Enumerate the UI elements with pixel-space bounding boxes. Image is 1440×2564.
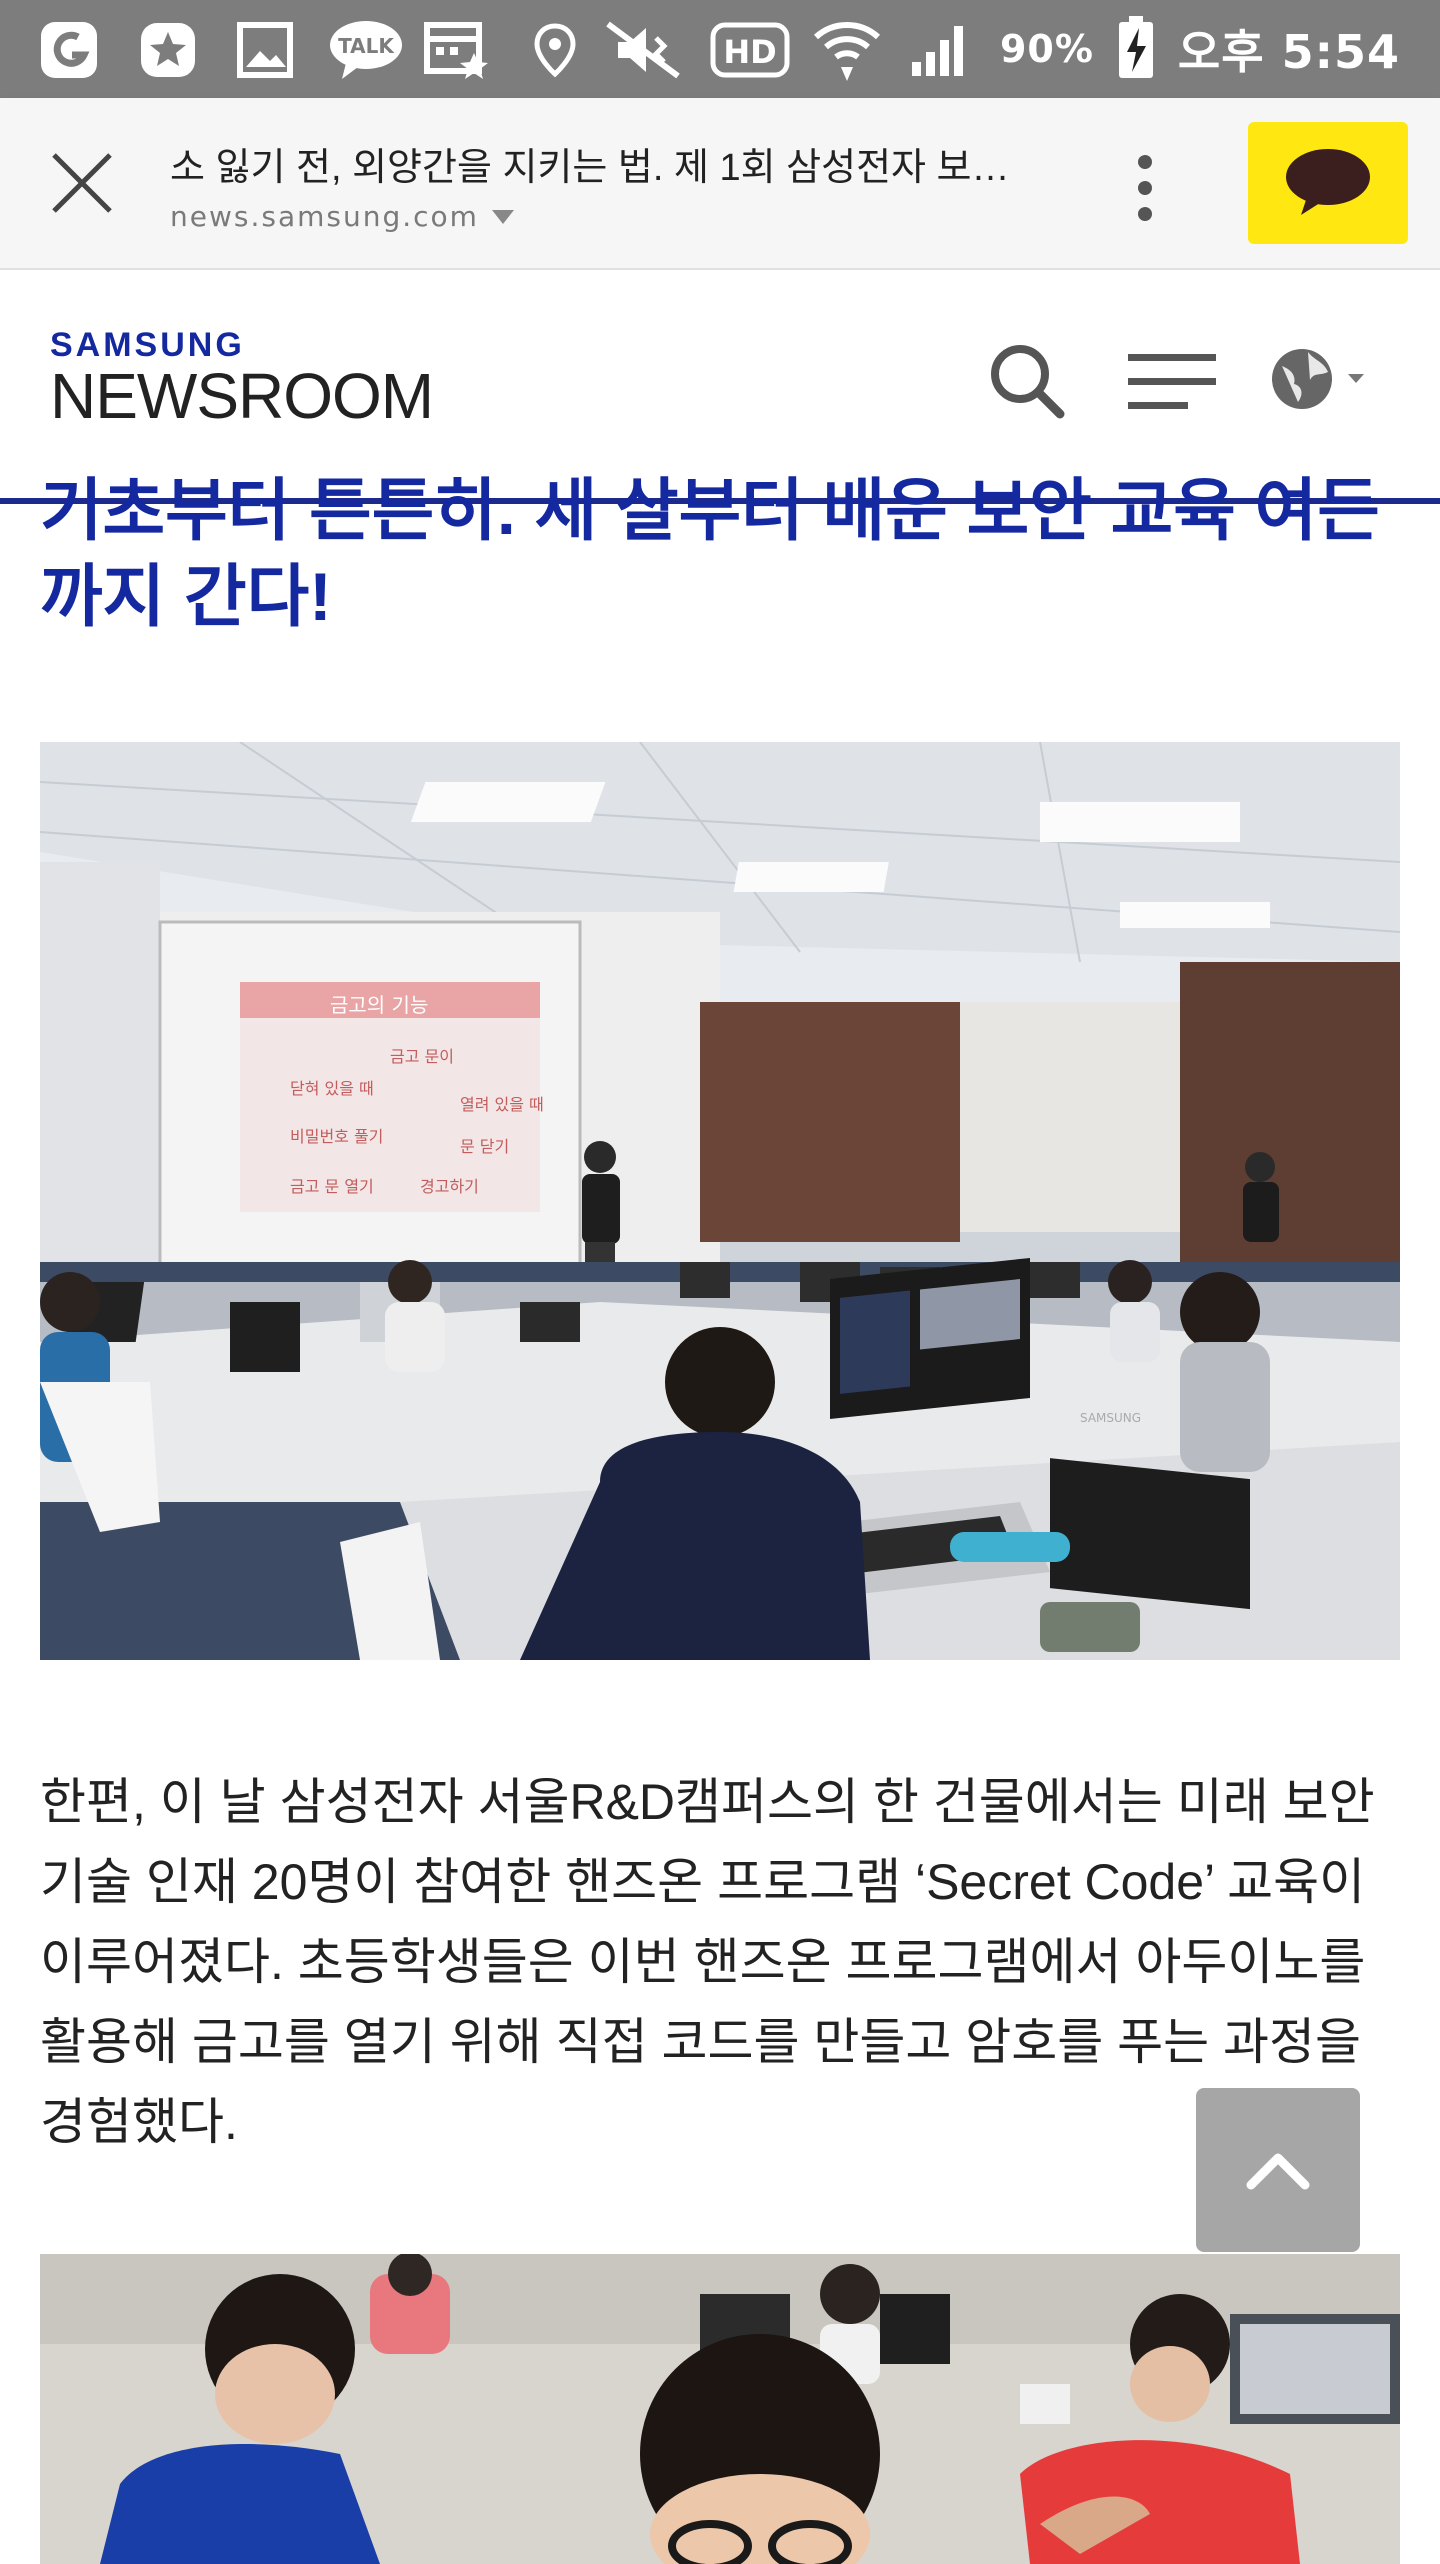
scroll-to-top-button[interactable] bbox=[1196, 2088, 1360, 2252]
app-g-icon bbox=[38, 20, 100, 80]
url-dropdown[interactable]: news.samsung.com bbox=[170, 200, 516, 233]
laptop-brand-label: SAMSUNG bbox=[1080, 1411, 1141, 1425]
slide-line-4: 비밀번호 풀기 bbox=[290, 1127, 383, 1146]
battery-charging-icon bbox=[1116, 14, 1156, 84]
page-title: 소 잃기 전, 외양간을 지키는 법. 제 1회 삼성전자 보… bbox=[170, 147, 1010, 189]
globe-icon bbox=[1272, 349, 1364, 409]
search-button[interactable] bbox=[986, 340, 1066, 420]
hd-icon: HD bbox=[710, 20, 790, 80]
slide-line-2: 닫혀 있을 때 bbox=[290, 1079, 374, 1098]
classroom-photo: 금고의 기능 금고 문이 닫혀 있을 때 열려 있을 때 비밀번호 풀기 문 닫… bbox=[40, 742, 1400, 1660]
battery-percent: 90% bbox=[999, 27, 1094, 71]
slide-title: 금고의 기능 bbox=[330, 993, 428, 1017]
article-headline: 기초부터 튼튼히. 세 살부터 배운 보안 교육 여든까지 간다! bbox=[40, 473, 1380, 635]
chat-bubble-icon bbox=[1286, 149, 1370, 215]
gallery-icon bbox=[236, 20, 294, 80]
logo-newsroom-text: NEWSROOM bbox=[50, 360, 434, 432]
samsung-newsroom-logo[interactable]: SAMSUNG NEWSROOM bbox=[50, 326, 434, 432]
slide-line-6: 금고 문 열기 bbox=[290, 1177, 374, 1196]
more-options-button[interactable] bbox=[1120, 148, 1170, 228]
chevron-down-icon bbox=[491, 210, 514, 224]
signal-icon bbox=[908, 20, 972, 80]
slide-line-3: 열려 있을 때 bbox=[460, 1095, 544, 1114]
calendar-icon bbox=[424, 20, 494, 80]
star-notification-icon bbox=[138, 20, 198, 80]
location-icon bbox=[530, 20, 580, 80]
status-right: 90% 오후 5:54 bbox=[1000, 0, 1400, 98]
kakaotalk-icon: TALK bbox=[328, 20, 404, 80]
svg-text:HD: HD bbox=[723, 33, 776, 71]
in-app-browser-bar: 소 잃기 전, 외양간을 지키는 법. 제 1회 삼성전자 보… news.sa… bbox=[0, 98, 1440, 270]
hamburger-menu-icon bbox=[1128, 354, 1216, 409]
clock: 오후 5:54 bbox=[1177, 25, 1400, 79]
slide-line-1: 금고 문이 bbox=[390, 1047, 454, 1066]
status-bar: TALK HD 90% 오후 5:54 bbox=[0, 0, 1440, 98]
svg-text:TALK: TALK bbox=[338, 34, 395, 58]
close-icon bbox=[52, 153, 112, 213]
slide-line-7: 경고하기 bbox=[420, 1177, 479, 1196]
chevron-up-icon bbox=[1246, 2153, 1310, 2190]
wifi-icon bbox=[812, 20, 882, 81]
search-icon bbox=[991, 345, 1065, 419]
mute-icon bbox=[604, 20, 684, 80]
menu-button[interactable] bbox=[1124, 348, 1220, 414]
url-text: news.samsung.com bbox=[170, 200, 479, 233]
close-button[interactable] bbox=[44, 145, 120, 221]
slide-line-5: 문 닫기 bbox=[460, 1137, 509, 1156]
language-selector-button[interactable] bbox=[1268, 344, 1368, 414]
kakaotalk-share-button[interactable] bbox=[1248, 122, 1408, 244]
students-photo bbox=[40, 2254, 1400, 2564]
more-vertical-icon bbox=[1138, 155, 1152, 221]
